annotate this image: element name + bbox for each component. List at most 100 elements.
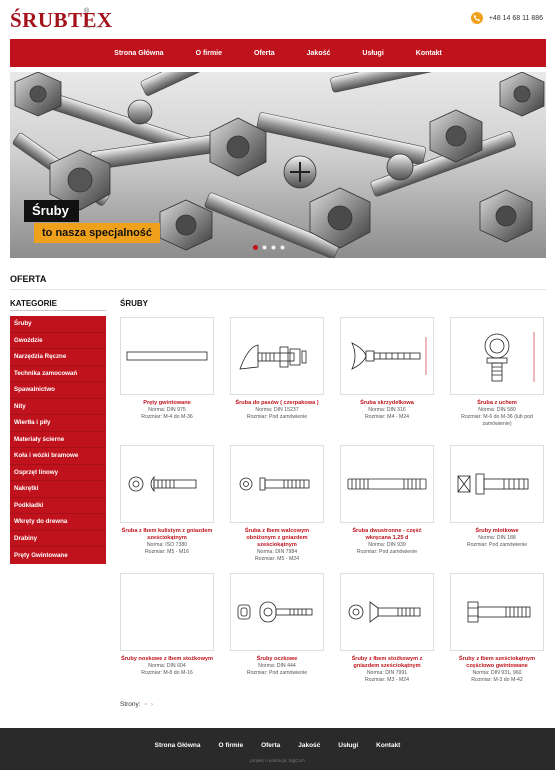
product-image[interactable] bbox=[450, 573, 544, 651]
product-card[interactable]: Śruby noskowe z łbem stożkowym Norma: DI… bbox=[120, 573, 214, 701]
sidebar-title-divider bbox=[10, 310, 106, 311]
sidebar-item-spawalnictwo[interactable]: Spawalnictwo bbox=[10, 382, 106, 399]
section-divider bbox=[10, 289, 546, 290]
nav-item-quality[interactable]: Jakość bbox=[291, 50, 347, 57]
sidebar-item-wiertla[interactable]: Wiertła i piły bbox=[10, 415, 106, 432]
product-norm: Norma: ISO 7380 bbox=[146, 541, 188, 548]
nav-item-about[interactable]: O firmie bbox=[180, 50, 238, 57]
nav-item-home[interactable]: Strona Główna bbox=[98, 50, 179, 57]
product-name[interactable]: Śruby z łbem stożkowym z gniazdem sześci… bbox=[340, 656, 434, 670]
phone-number[interactable]: +48 14 68 11 886 bbox=[489, 15, 543, 22]
product-image[interactable] bbox=[120, 317, 214, 395]
footer-item-quality[interactable]: Jakość bbox=[289, 742, 329, 749]
product-card[interactable]: Śruba do pasów ( czerpakowa ) Norma: DIN… bbox=[230, 317, 324, 445]
sidebar-item-materialy[interactable]: Materiały ścierne bbox=[10, 432, 106, 448]
brand-logo[interactable]: ŚRUBTEX bbox=[10, 8, 113, 33]
pagination-page[interactable]: ◦ bbox=[145, 701, 147, 708]
product-image[interactable] bbox=[230, 573, 324, 651]
site-footer: Strona Główna O firmie Oferta Jakość Usł… bbox=[0, 728, 555, 770]
product-card[interactable]: Śruba z łbem walcowym obniżonym z gniazd… bbox=[230, 445, 324, 573]
sidebar-item-kola[interactable]: Koła i wózki bramowe bbox=[10, 448, 106, 465]
product-image[interactable] bbox=[120, 445, 214, 523]
product-card[interactable]: Śruba z uchem Norma: DIN 580 Rozmiar: M-… bbox=[450, 317, 544, 445]
product-card[interactable]: Śruby młotkowe Norma: DIN 188 Rozmiar: P… bbox=[450, 445, 544, 573]
product-name[interactable]: Śruby oczkowe bbox=[230, 656, 324, 663]
phone-contact[interactable]: +48 14 68 11 886 bbox=[470, 12, 543, 24]
product-norm: Norma: DIN 604 bbox=[148, 662, 186, 669]
sidebar-item-osprzet[interactable]: Osprzęt linowy bbox=[10, 465, 106, 481]
brand-suffix: Sp. z o.o. bbox=[86, 24, 103, 29]
pagination-next[interactable]: › bbox=[151, 701, 153, 708]
category-sidebar: Śruby Gwoździe Narzędzia Ręczne Technika… bbox=[10, 316, 106, 564]
registered-mark: ® bbox=[84, 8, 90, 15]
product-image[interactable] bbox=[230, 317, 324, 395]
product-card[interactable]: Śruby z łbem sześciokątnym częściowo gwi… bbox=[450, 573, 544, 701]
product-norm: Norma: DIN 188 bbox=[478, 534, 516, 541]
sidebar-item-narzedzia[interactable]: Narzędzia Ręczne bbox=[10, 349, 106, 366]
banner-subheadline: to nasza specjalność bbox=[34, 223, 161, 243]
product-image[interactable] bbox=[120, 573, 214, 651]
sidebar-item-nakretki[interactable]: Nakrętki bbox=[10, 481, 106, 498]
product-name[interactable]: Śruba skrzydełkowa bbox=[340, 400, 434, 407]
sidebar-item-sruby[interactable]: Śruby bbox=[10, 316, 106, 333]
slider-dots bbox=[253, 245, 285, 250]
slider-dot-2[interactable] bbox=[262, 245, 267, 250]
countersunk-bolt-icon bbox=[348, 601, 421, 623]
product-size: Rozmiar: M-4 do M-36 bbox=[141, 414, 193, 420]
nav-item-contact[interactable]: Kontakt bbox=[400, 50, 458, 57]
product-card[interactable]: Śruby oczkowe Norma: DIN 444 Rozmiar: Po… bbox=[230, 573, 324, 701]
hero-banner[interactable]: Śruby to nasza specjalność bbox=[10, 72, 546, 258]
footer-item-about[interactable]: O firmie bbox=[210, 742, 253, 749]
product-name[interactable]: Śruby młotkowe bbox=[450, 528, 544, 535]
sidebar-item-podkladki[interactable]: Podkładki bbox=[10, 498, 106, 514]
product-norm: Norma: DIN 931, 960 bbox=[472, 669, 522, 676]
nav-item-offer[interactable]: Oferta bbox=[238, 50, 291, 57]
product-size: Rozmiar: M3 - M24 bbox=[364, 676, 410, 683]
nav-item-services[interactable]: Usługi bbox=[346, 50, 399, 57]
product-image[interactable] bbox=[450, 317, 544, 395]
product-size: Rozmiar: M4 - M24 bbox=[364, 414, 410, 420]
elevator-bolt-icon bbox=[239, 344, 307, 370]
product-card[interactable]: Śruba dwustronne - część wkręcana 1,25 d… bbox=[340, 445, 434, 573]
sidebar-item-technika[interactable]: Technika zamocowań bbox=[10, 366, 106, 382]
product-norm: Norma: DIN 580 bbox=[478, 406, 516, 413]
product-image[interactable] bbox=[230, 445, 324, 523]
section-title: OFERTA bbox=[10, 274, 47, 284]
product-size: Rozmiar: M5 - M16 bbox=[144, 548, 190, 555]
footer-item-services[interactable]: Usługi bbox=[329, 742, 367, 749]
low-head-bolt-icon bbox=[239, 477, 310, 491]
footer-item-home[interactable]: Strona Główna bbox=[146, 742, 210, 749]
main-nav: Strona Główna O firmie Oferta Jakość Usł… bbox=[10, 39, 546, 67]
slider-dot-4[interactable] bbox=[280, 245, 285, 250]
product-name[interactable]: Pręty gwintowane bbox=[120, 400, 214, 407]
sidebar-item-gwozdzie[interactable]: Gwoździe bbox=[10, 333, 106, 349]
product-image[interactable] bbox=[340, 317, 434, 395]
pagination-label: Strony: bbox=[120, 701, 141, 708]
product-name[interactable]: Śruby noskowe z łbem stożkowym bbox=[120, 656, 214, 663]
product-size: Rozmiar: Pod zamówienie bbox=[466, 542, 528, 548]
product-image[interactable] bbox=[450, 445, 544, 523]
product-card[interactable]: Pręty gwintowane Norma: DIN 975 Rozmiar:… bbox=[120, 317, 214, 445]
sidebar-item-drabiny[interactable]: Drabiny bbox=[10, 531, 106, 547]
product-card[interactable]: Śruba z łbem kulistym z gniazdem sześcio… bbox=[120, 445, 214, 573]
product-card[interactable]: Śruba skrzydełkowa Norma: DIN 316 Rozmia… bbox=[340, 317, 434, 445]
footer-item-contact[interactable]: Kontakt bbox=[367, 742, 409, 749]
sidebar-item-nity[interactable]: Nity bbox=[10, 399, 106, 415]
footer-credit[interactable]: projekt i realizacja: BigCom bbox=[0, 758, 555, 763]
product-name[interactable]: Śruba do pasów ( czerpakowa ) bbox=[230, 400, 324, 407]
product-image[interactable] bbox=[340, 445, 434, 523]
slider-dot-1[interactable] bbox=[253, 245, 258, 250]
product-name[interactable]: Śruba dwustronne - część wkręcana 1,25 d bbox=[340, 528, 434, 542]
product-image[interactable] bbox=[340, 573, 434, 651]
product-name[interactable]: Śruba z łbem kulistym z gniazdem sześcio… bbox=[120, 528, 214, 542]
product-name[interactable]: Śruby z łbem sześciokątnym częściowo gwi… bbox=[450, 656, 544, 670]
sidebar-item-prety[interactable]: Pręty Gwintowane bbox=[10, 547, 106, 564]
product-name[interactable]: Śruba z łbem walcowym obniżonym z gniazd… bbox=[230, 528, 324, 549]
product-name[interactable]: Śruba z uchem bbox=[450, 400, 544, 407]
footer-item-offer[interactable]: Oferta bbox=[252, 742, 289, 749]
product-card[interactable]: Śruby z łbem stożkowym z gniazdem sześci… bbox=[340, 573, 434, 701]
product-norm: Norma: DIN 975 bbox=[148, 406, 186, 413]
slider-dot-3[interactable] bbox=[271, 245, 276, 250]
sidebar-item-wkrety[interactable]: Wkręty do drewna bbox=[10, 514, 106, 531]
banner-headline: Śruby bbox=[24, 200, 79, 222]
